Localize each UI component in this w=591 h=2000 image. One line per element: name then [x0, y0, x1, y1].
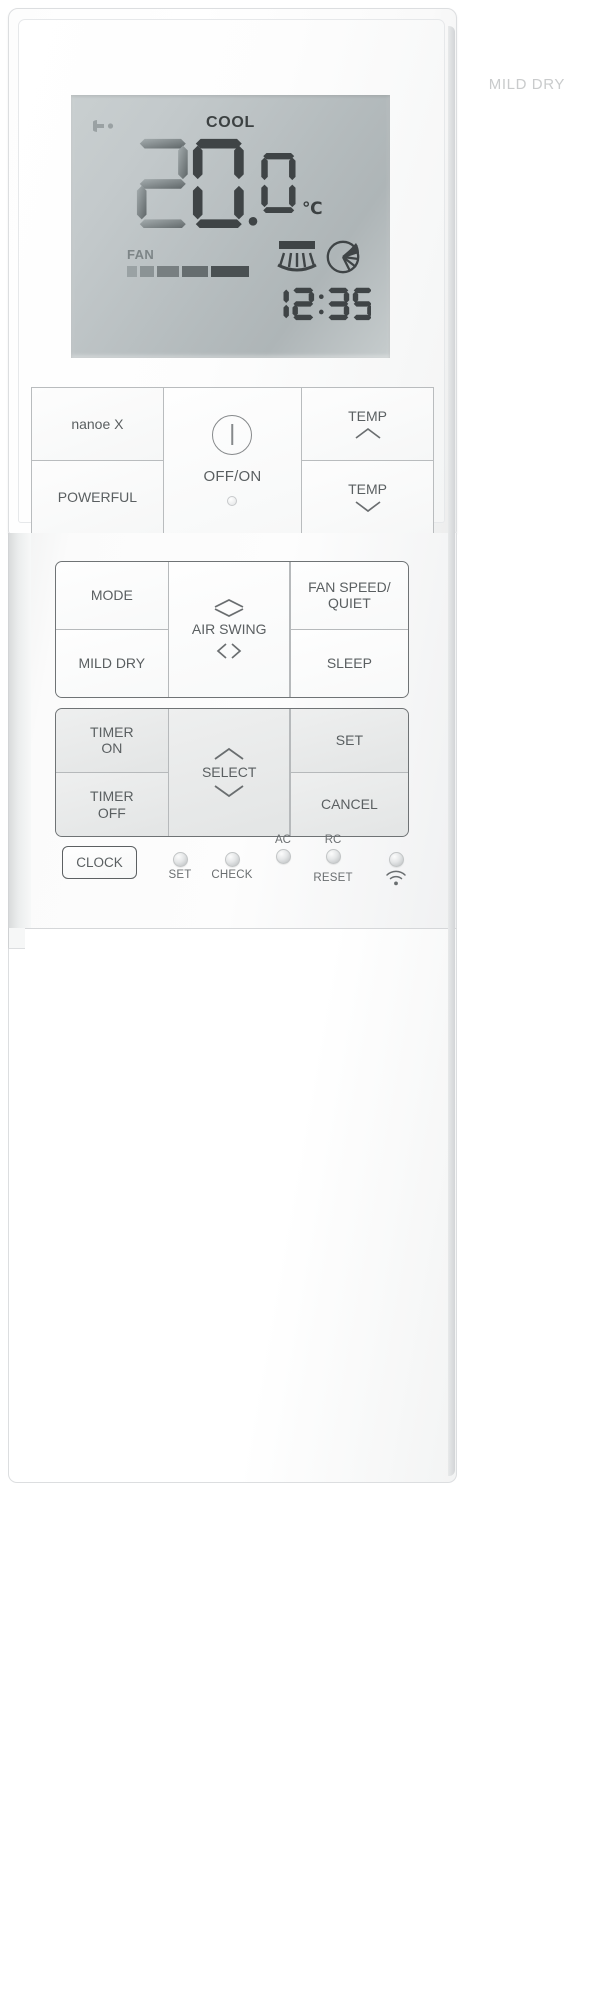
lcd-swing-icons: [276, 240, 361, 274]
power-off-on-button[interactable]: OFF/ON: [163, 388, 302, 533]
power-indicator-led: [227, 496, 238, 506]
select-button[interactable]: SELECT: [168, 709, 290, 836]
remote-mid-shell-edge: [8, 533, 31, 931]
check-pinhole-icon[interactable]: [224, 852, 240, 867]
top-right-column: TEMP TEMP: [302, 388, 433, 533]
timer-off-label-line2: OFF: [97, 804, 126, 821]
timer-on-button[interactable]: TIMER ON: [56, 709, 168, 772]
chevron-down-icon: [355, 501, 381, 512]
bottom-controls-row: CLOCK SET CHECK AC RC RESET: [55, 834, 415, 908]
power-symbol-icon: [212, 415, 253, 455]
caret-up-icon: [214, 747, 244, 760]
remote-bottom-shell: [8, 928, 457, 1483]
air-swing-label: AIR SWING: [191, 621, 267, 638]
timer-button-block: TIMER ON SELECT SET TIMER OFF CANCEL: [55, 708, 409, 837]
ac-reset-pinhole-group[interactable]: AC: [266, 834, 300, 864]
nanoe-x-button[interactable]: nanoe X: [32, 388, 163, 460]
reset-label: RESET: [313, 872, 353, 884]
lcd-temp-digit-ones: [192, 138, 244, 228]
temp-up-button[interactable]: TEMP: [302, 388, 433, 460]
fan-speed-quiet-button[interactable]: FAN SPEED/ QUIET: [290, 562, 408, 629]
mode-label: MODE: [90, 587, 133, 604]
mild-dry-label: MILD DRY: [78, 655, 146, 672]
wifi-icon: [386, 870, 406, 886]
timer-off-label-line1: TIMER: [90, 787, 134, 804]
set-pinhole-group[interactable]: SET: [162, 852, 198, 881]
temp-down-button[interactable]: TEMP: [302, 461, 433, 533]
sleep-button[interactable]: SLEEP: [290, 630, 408, 697]
set-label: SET: [335, 732, 363, 749]
vertical-air-swing-icon: [277, 241, 317, 272]
timer-on-label-line1: TIMER: [90, 723, 134, 740]
cancel-label: CANCEL: [320, 796, 378, 813]
cancel-button[interactable]: CANCEL: [290, 773, 408, 836]
reset-caption: RESET: [271, 870, 395, 884]
fan-speed-label-line1: FAN SPEED/: [308, 578, 391, 595]
temp-down-label: TEMP: [348, 481, 388, 498]
chevron-left-right-icon: [216, 643, 242, 659]
clock-button[interactable]: CLOCK: [62, 846, 137, 879]
select-label: SELECT: [201, 764, 257, 781]
clock-label: CLOCK: [76, 855, 123, 870]
fan-speed-label-line2: QUIET: [328, 595, 371, 612]
lcd-screen: COOL ℃ FAN: [71, 95, 390, 358]
lcd-bezel: COOL ℃ FAN: [71, 95, 390, 358]
nanoe-x-label: nanoe X: [71, 415, 124, 432]
rc-label: RC: [324, 834, 342, 846]
lcd-clock-segments: [283, 287, 371, 321]
printed-mild-dry-label: MILD DRY: [488, 76, 565, 93]
timer-off-button[interactable]: TIMER OFF: [56, 773, 168, 836]
rc-reset-pinhole-icon[interactable]: [325, 849, 341, 864]
set-button[interactable]: SET: [290, 709, 408, 772]
powerful-button[interactable]: POWERFUL: [32, 461, 163, 533]
mode-button-block: MODE AIR SWING FAN SPEED/ QUIET MILD DRY…: [55, 561, 409, 698]
remote-control-device: MILD DRY COOL ℃ FAN nanoe X POWERFUL OFF…: [8, 8, 583, 1483]
chevron-up-down-icon: [214, 599, 244, 618]
sleep-label: SLEEP: [326, 655, 372, 672]
lcd-fan-label: FAN: [127, 247, 155, 262]
ac-reset-pinhole-icon[interactable]: [275, 849, 291, 864]
powerful-label: POWERFUL: [57, 488, 138, 505]
air-swing-button[interactable]: AIR SWING: [168, 562, 290, 697]
set-pinhole-label: SET: [168, 869, 192, 881]
temp-up-label: TEMP: [348, 408, 388, 425]
wifi-pinhole-group[interactable]: [379, 852, 413, 891]
horizontal-air-swing-icon: [326, 240, 360, 274]
mild-dry-button[interactable]: MILD DRY: [56, 630, 168, 697]
lcd-fan-speed-bars: [127, 266, 249, 277]
ac-label: AC: [275, 834, 291, 846]
rc-reset-pinhole-group[interactable]: RC: [316, 834, 350, 864]
check-pinhole-group[interactable]: CHECK: [207, 852, 257, 881]
top-button-grid: nanoe X POWERFUL OFF/ON TEMP TEMP: [31, 387, 434, 534]
lcd-temperature-display: ℃: [71, 127, 386, 237]
lcd-temperature-unit: ℃: [302, 199, 323, 218]
lcd-decimal-point: [248, 216, 257, 226]
lcd-temp-digit-tens: [137, 138, 189, 228]
wifi-pinhole-icon[interactable]: [388, 852, 404, 867]
remote-bottom-shell-notch: [8, 928, 25, 949]
mode-button[interactable]: MODE: [56, 562, 168, 629]
timer-on-label-line2: ON: [101, 740, 123, 757]
remote-right-edge: [448, 26, 455, 1476]
lcd-clock-display: [270, 285, 371, 321]
chevron-up-icon: [355, 427, 381, 439]
lcd-temp-digit-decimal: [260, 152, 296, 213]
caret-down-icon: [214, 785, 244, 797]
set-pinhole-icon[interactable]: [172, 852, 188, 867]
top-left-column: nanoe X POWERFUL: [32, 388, 163, 533]
check-pinhole-label: CHECK: [211, 869, 253, 881]
power-label: OFF/ON: [203, 468, 262, 485]
